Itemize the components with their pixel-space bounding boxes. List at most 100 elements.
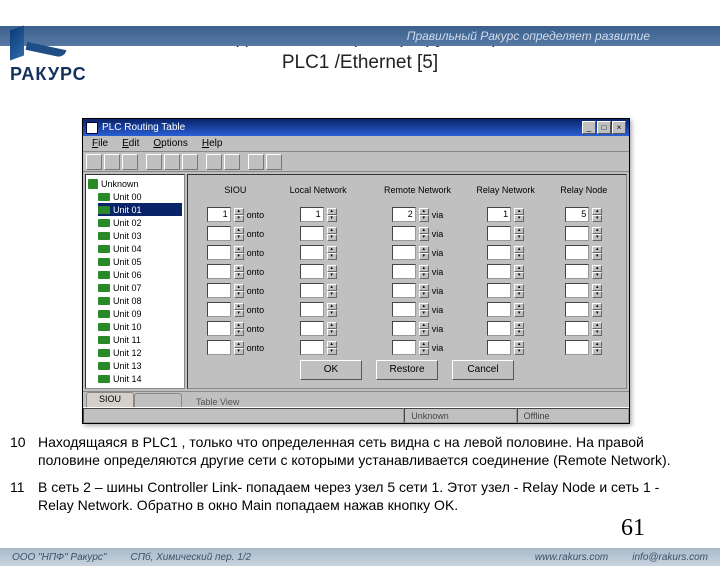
toolbar-button[interactable]: [86, 154, 102, 170]
spin-buttons[interactable]: ▴▾: [514, 322, 524, 336]
spin-input[interactable]: [487, 245, 511, 260]
spin-up-icon[interactable]: ▴: [327, 246, 337, 253]
spin-up-icon[interactable]: ▴: [234, 246, 244, 253]
spin-up-icon[interactable]: ▴: [327, 341, 337, 348]
spin-buttons[interactable]: ▴▾: [592, 227, 602, 241]
close-button[interactable]: ×: [612, 121, 626, 134]
spin-down-icon[interactable]: ▾: [419, 329, 429, 336]
toolbar-button[interactable]: [146, 154, 162, 170]
tree-item[interactable]: Unit 04: [98, 242, 182, 255]
spin-input[interactable]: [487, 321, 511, 336]
spin-down-icon[interactable]: ▾: [419, 272, 429, 279]
spin-buttons[interactable]: ▴▾: [514, 284, 524, 298]
spin-buttons[interactable]: ▴▾: [234, 341, 244, 355]
spin-input[interactable]: [300, 226, 324, 241]
spin-buttons[interactable]: ▴▾: [419, 341, 429, 355]
spin-input[interactable]: [207, 245, 231, 260]
tree-item[interactable]: Unit 01: [98, 203, 182, 216]
tree-item[interactable]: Unit 15: [98, 385, 182, 389]
spin-up-icon[interactable]: ▴: [234, 303, 244, 310]
spin-input[interactable]: [487, 264, 511, 279]
spin-buttons[interactable]: ▴▾: [514, 246, 524, 260]
spin-buttons[interactable]: ▴▾: [592, 322, 602, 336]
tab-siou[interactable]: SIOU: [86, 392, 134, 407]
spin-buttons[interactable]: ▴▾: [419, 227, 429, 241]
spin-down-icon[interactable]: ▾: [592, 291, 602, 298]
spin-up-icon[interactable]: ▴: [514, 341, 524, 348]
spin-down-icon[interactable]: ▾: [592, 215, 602, 222]
spin-down-icon[interactable]: ▾: [514, 348, 524, 355]
spin-input[interactable]: [207, 302, 231, 317]
spin-buttons[interactable]: ▴▾: [327, 208, 337, 222]
menu-file[interactable]: File: [86, 137, 114, 150]
spin-up-icon[interactable]: ▴: [419, 303, 429, 310]
spin-down-icon[interactable]: ▾: [327, 329, 337, 336]
spin-up-icon[interactable]: ▴: [514, 208, 524, 215]
spin-input[interactable]: [487, 340, 511, 355]
spin-up-icon[interactable]: ▴: [234, 208, 244, 215]
spin-buttons[interactable]: ▴▾: [327, 265, 337, 279]
spin-input[interactable]: [207, 340, 231, 355]
spin-down-icon[interactable]: ▾: [514, 253, 524, 260]
toolbar-button[interactable]: [182, 154, 198, 170]
spin-up-icon[interactable]: ▴: [234, 227, 244, 234]
toolbar-button[interactable]: [224, 154, 240, 170]
spin-down-icon[interactable]: ▾: [234, 329, 244, 336]
spin-up-icon[interactable]: ▴: [514, 284, 524, 291]
spin-up-icon[interactable]: ▴: [592, 246, 602, 253]
spin-input[interactable]: 1: [207, 207, 231, 222]
spin-up-icon[interactable]: ▴: [327, 265, 337, 272]
spin-buttons[interactable]: ▴▾: [234, 227, 244, 241]
spin-down-icon[interactable]: ▾: [234, 272, 244, 279]
spin-down-icon[interactable]: ▾: [419, 253, 429, 260]
spin-input[interactable]: [487, 283, 511, 298]
spin-input[interactable]: 2: [392, 207, 416, 222]
tree-item[interactable]: Unit 05: [98, 255, 182, 268]
title-bar[interactable]: PLC Routing Table _ □ ×: [83, 119, 629, 136]
spin-input[interactable]: [207, 283, 231, 298]
spin-input[interactable]: [565, 245, 589, 260]
spin-buttons[interactable]: ▴▾: [327, 246, 337, 260]
spin-up-icon[interactable]: ▴: [327, 208, 337, 215]
spin-up-icon[interactable]: ▴: [592, 227, 602, 234]
toolbar-button[interactable]: [248, 154, 264, 170]
spin-down-icon[interactable]: ▾: [234, 234, 244, 241]
spin-up-icon[interactable]: ▴: [234, 322, 244, 329]
spin-input[interactable]: [300, 283, 324, 298]
spin-buttons[interactable]: ▴▾: [514, 227, 524, 241]
spin-input[interactable]: [392, 302, 416, 317]
tree-item[interactable]: Unit 14: [98, 372, 182, 385]
spin-down-icon[interactable]: ▾: [592, 272, 602, 279]
spin-down-icon[interactable]: ▾: [592, 329, 602, 336]
spin-input[interactable]: 5: [565, 207, 589, 222]
spin-up-icon[interactable]: ▴: [419, 208, 429, 215]
spin-buttons[interactable]: ▴▾: [592, 208, 602, 222]
spin-down-icon[interactable]: ▾: [419, 291, 429, 298]
tree-item[interactable]: Unit 13: [98, 359, 182, 372]
spin-down-icon[interactable]: ▾: [327, 310, 337, 317]
spin-buttons[interactable]: ▴▾: [234, 303, 244, 317]
spin-down-icon[interactable]: ▾: [514, 291, 524, 298]
spin-input[interactable]: [487, 226, 511, 241]
spin-down-icon[interactable]: ▾: [327, 234, 337, 241]
spin-down-icon[interactable]: ▾: [514, 272, 524, 279]
toolbar-button[interactable]: [122, 154, 138, 170]
spin-input[interactable]: [565, 340, 589, 355]
spin-down-icon[interactable]: ▾: [327, 215, 337, 222]
menu-help[interactable]: Help: [196, 137, 229, 150]
spin-input[interactable]: [487, 302, 511, 317]
spin-down-icon[interactable]: ▾: [592, 234, 602, 241]
spin-down-icon[interactable]: ▾: [514, 215, 524, 222]
restore-button[interactable]: Restore: [376, 360, 438, 380]
spin-input[interactable]: [565, 302, 589, 317]
spin-down-icon[interactable]: ▾: [327, 253, 337, 260]
spin-buttons[interactable]: ▴▾: [419, 265, 429, 279]
spin-up-icon[interactable]: ▴: [592, 284, 602, 291]
spin-buttons[interactable]: ▴▾: [327, 303, 337, 317]
tree-item[interactable]: Unit 11: [98, 333, 182, 346]
spin-input[interactable]: [300, 302, 324, 317]
tree-item[interactable]: Unit 06: [98, 268, 182, 281]
spin-input[interactable]: 1: [487, 207, 511, 222]
spin-down-icon[interactable]: ▾: [514, 310, 524, 317]
spin-up-icon[interactable]: ▴: [419, 322, 429, 329]
